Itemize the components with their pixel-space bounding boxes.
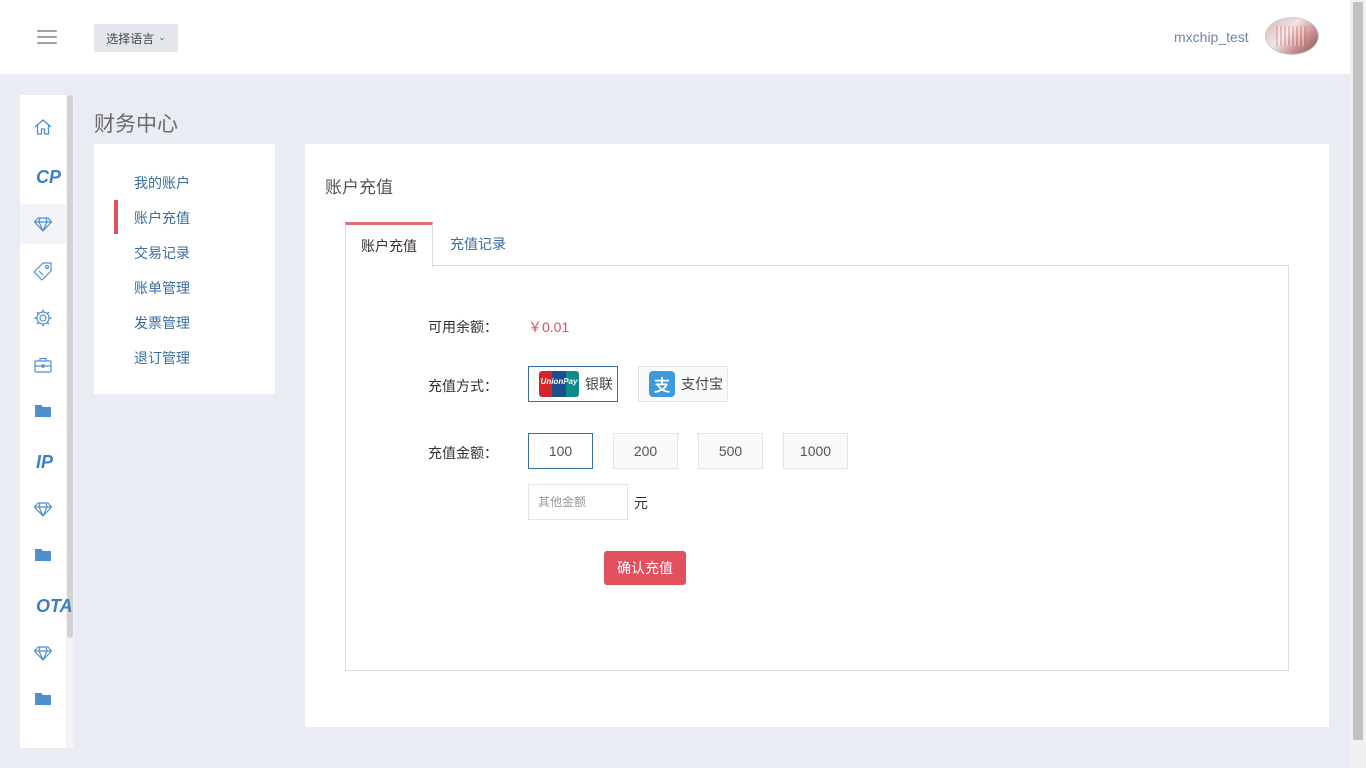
sidebar-item-home[interactable]: [20, 107, 66, 147]
briefcase-icon: [34, 357, 52, 373]
alipay-label: 支付宝: [681, 377, 723, 393]
home-icon: [34, 119, 52, 135]
unionpay-logo-icon: UnionPay: [539, 371, 579, 397]
diamond-icon: [33, 217, 53, 232]
icon-sidebar: CP IP OTA: [20, 95, 74, 748]
sidebar-item-ota-folder[interactable]: [20, 679, 66, 719]
menu-toggle-icon[interactable]: [37, 30, 57, 44]
page-scrollbar-thumb[interactable]: [1353, 2, 1363, 740]
other-amount-input[interactable]: [528, 484, 628, 520]
amount-label: 充值金额：: [428, 446, 498, 462]
diamond-icon: [33, 502, 53, 517]
tab-recharge-history[interactable]: 充值记录: [437, 222, 519, 266]
payment-option-alipay[interactable]: 支 支付宝: [638, 366, 728, 402]
avatar[interactable]: [1265, 17, 1319, 55]
sidebar-scrollbar-thumb[interactable]: [67, 95, 73, 638]
sidebar-item-settings[interactable]: [20, 298, 66, 338]
subnav-item-unsubscribe[interactable]: 退订管理: [134, 348, 190, 368]
gear-icon: [34, 309, 52, 327]
amount-option-100[interactable]: 100: [528, 433, 593, 469]
amount-option-200[interactable]: 200: [613, 433, 678, 469]
balance-label: 可用余额：: [428, 320, 498, 336]
amount-option-1000[interactable]: 1000: [783, 433, 848, 469]
subnav-item-invoices[interactable]: 发票管理: [134, 313, 190, 333]
payment-method-label: 充值方式：: [428, 379, 498, 395]
sidebar-section-ota[interactable]: OTA: [36, 596, 73, 617]
diamond-icon: [33, 646, 53, 661]
page-scrollbar[interactable]: [1350, 0, 1366, 768]
username-link[interactable]: mxchip_test: [1174, 29, 1249, 45]
confirm-recharge-button[interactable]: 确认充值: [604, 551, 686, 585]
subnav-item-recharge[interactable]: 账户充值: [134, 208, 190, 228]
balance-value: ￥0.01: [528, 319, 570, 335]
sidebar-section-ip[interactable]: IP: [36, 452, 53, 473]
tag-icon: [33, 262, 52, 281]
subnav-item-my-account[interactable]: 我的账户: [134, 173, 190, 193]
recharge-card: 账户充值 账户充值 充值记录 可用余额： ￥0.01 充值方式： UnionPa…: [305, 144, 1329, 727]
unionpay-label: 银联: [585, 377, 613, 393]
recharge-form-panel: 可用余额： ￥0.01 充值方式： UnionPay 银联 支 支付宝 充值金额…: [345, 265, 1289, 671]
folder-icon: [35, 693, 51, 705]
page-title: 财务中心: [94, 112, 178, 136]
sidebar-item-ota-diamond[interactable]: [20, 633, 66, 673]
currency-unit: 元: [634, 496, 648, 512]
payment-option-unionpay[interactable]: UnionPay 银联: [528, 366, 618, 402]
top-header: 选择语言 ⌄ mxchip_test: [0, 0, 1350, 74]
active-indicator: [114, 200, 118, 234]
folder-icon: [35, 549, 51, 561]
chevron-down-icon: ⌄: [158, 33, 166, 43]
subnav-item-bills[interactable]: 账单管理: [134, 278, 190, 298]
subnav-item-transactions[interactable]: 交易记录: [134, 243, 190, 263]
folder-icon: [35, 405, 51, 417]
alipay-logo-icon: 支: [649, 371, 675, 397]
sidebar-item-folder[interactable]: [20, 391, 66, 431]
card-title: 账户充值: [325, 178, 393, 198]
amount-option-500[interactable]: 500: [698, 433, 763, 469]
sidebar-item-ip-folder[interactable]: [20, 535, 66, 575]
tab-recharge[interactable]: 账户充值: [345, 222, 433, 267]
sidebar-scrollbar[interactable]: [66, 95, 74, 748]
finance-subnav: 我的账户 账户充值 交易记录 账单管理 发票管理 退订管理: [94, 144, 275, 394]
sidebar-item-ip-diamond[interactable]: [20, 489, 66, 529]
sidebar-section-cp[interactable]: CP: [36, 167, 61, 188]
language-select-label: 选择语言: [106, 31, 155, 46]
sidebar-item-tag[interactable]: [20, 251, 66, 291]
sidebar-item-briefcase[interactable]: [20, 345, 66, 385]
sidebar-item-cp-diamond[interactable]: [20, 204, 66, 244]
language-select-button[interactable]: 选择语言 ⌄: [94, 24, 178, 52]
